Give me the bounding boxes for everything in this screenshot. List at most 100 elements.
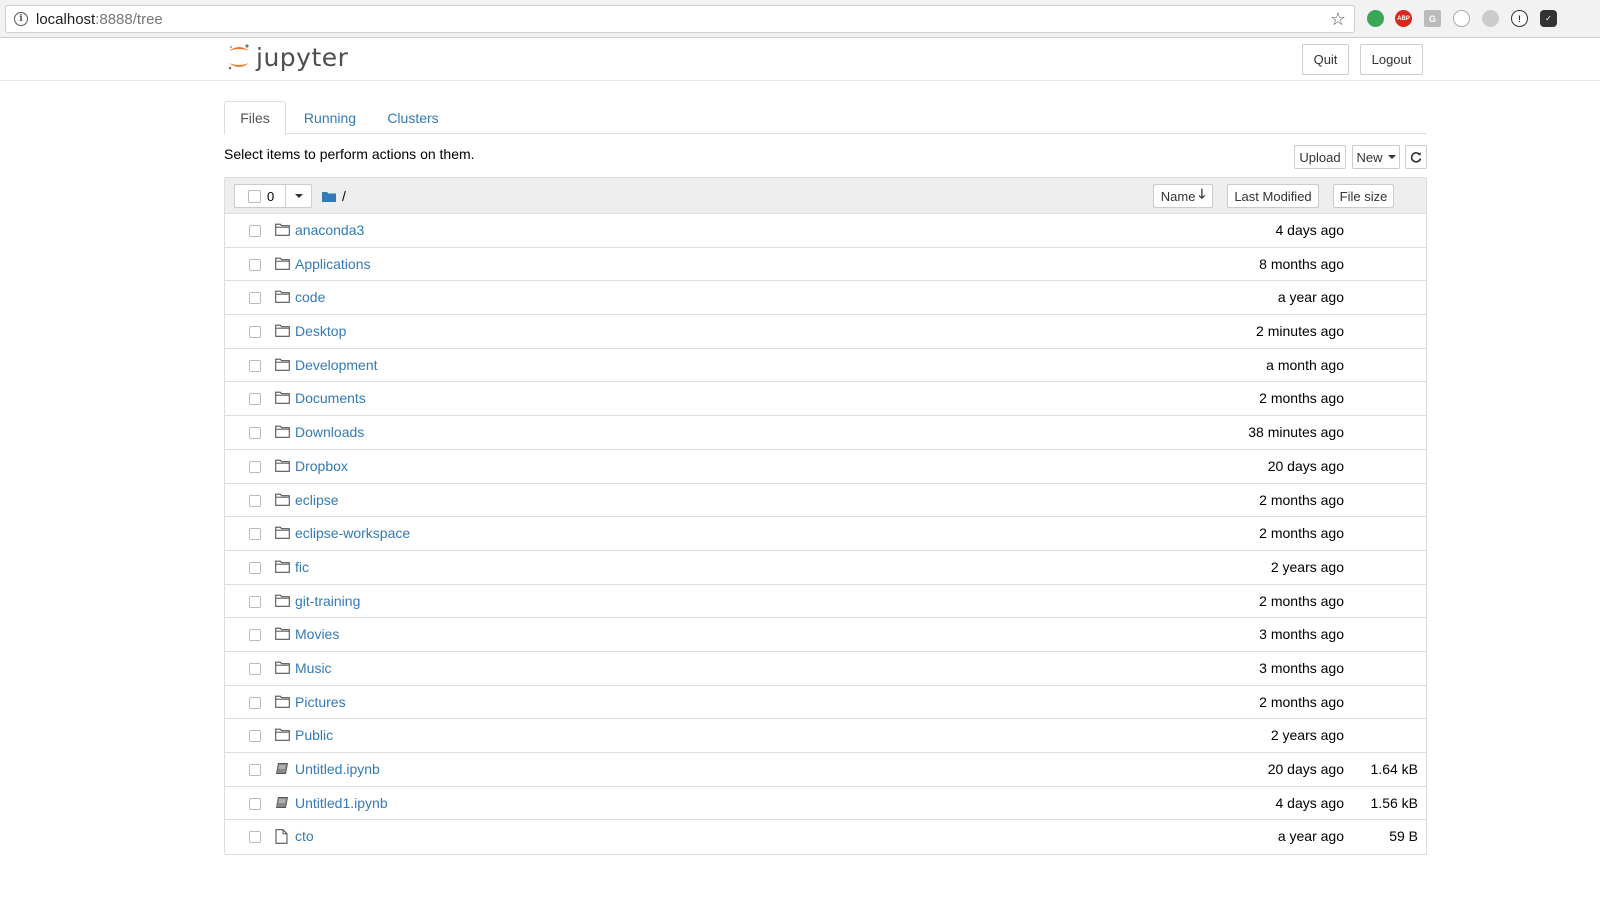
refresh-button[interactable] xyxy=(1405,145,1427,169)
tab-running[interactable]: Running xyxy=(292,101,368,134)
new-button[interactable]: New xyxy=(1352,145,1400,169)
last-modified: 2 years ago xyxy=(1270,558,1344,575)
last-modified: 4 days ago xyxy=(1275,794,1345,811)
file-list-header: 0 / Name 🡓 Last Modified File size xyxy=(225,178,1426,214)
file-name-link[interactable]: Music xyxy=(295,660,332,676)
extension-info-icon[interactable]: ! xyxy=(1511,10,1528,27)
file-row[interactable]: Downloads 38 minutes ago xyxy=(225,416,1426,450)
arrow-down-icon: 🡓 xyxy=(1198,186,1206,201)
logout-button[interactable]: Logout xyxy=(1360,44,1423,75)
sort-last-modified-button[interactable]: Last Modified xyxy=(1227,184,1319,208)
jupyter-logo[interactable]: jupyter xyxy=(226,41,348,73)
file-name-link[interactable]: cto xyxy=(295,828,314,844)
chevron-down-icon xyxy=(294,194,303,198)
row-checkbox[interactable] xyxy=(249,831,261,844)
file-name-link[interactable]: git-training xyxy=(295,593,360,609)
extension-circle-icon[interactable] xyxy=(1453,10,1470,27)
file-row[interactable]: Movies 3 months ago xyxy=(225,618,1426,652)
last-modified: 2 years ago xyxy=(1270,727,1344,744)
row-checkbox[interactable] xyxy=(249,460,261,473)
row-checkbox[interactable] xyxy=(249,292,261,305)
pocket-icon[interactable]: ✓ xyxy=(1540,10,1557,27)
file-row[interactable]: Pictures 2 months ago xyxy=(225,686,1426,720)
last-modified: a year ago xyxy=(1277,289,1344,306)
folder-icon xyxy=(275,391,290,405)
file-row[interactable]: Development a month ago xyxy=(225,349,1426,383)
file-name-link[interactable]: Untitled.ipynb xyxy=(295,761,380,777)
row-checkbox[interactable] xyxy=(249,662,261,675)
file-name-link[interactable]: Desktop xyxy=(295,323,346,339)
row-checkbox[interactable] xyxy=(249,427,261,440)
file-name-link[interactable]: code xyxy=(295,289,325,305)
breadcrumb-root[interactable]: / xyxy=(342,188,346,204)
tab-files[interactable]: Files xyxy=(224,101,286,135)
file-name-link[interactable]: Downloads xyxy=(295,424,364,440)
adblock-icon[interactable]: ABP xyxy=(1395,10,1412,27)
row-checkbox[interactable] xyxy=(249,696,261,709)
selected-count: 0 xyxy=(267,188,275,204)
row-checkbox[interactable] xyxy=(249,494,261,507)
file-row[interactable]: Music 3 months ago xyxy=(225,652,1426,686)
url-text[interactable]: localhost:8888/tree xyxy=(36,11,163,28)
row-checkbox[interactable] xyxy=(249,730,261,743)
file-row[interactable]: git-training 2 months ago xyxy=(225,585,1426,619)
folder-icon xyxy=(275,223,290,237)
file-name-link[interactable]: Untitled1.ipynb xyxy=(295,795,388,811)
file-name-link[interactable]: Documents xyxy=(295,390,366,406)
file-row[interactable]: Documents 2 months ago xyxy=(225,382,1426,417)
file-row[interactable]: cto a year ago 59 B xyxy=(225,820,1426,854)
file-row[interactable]: Public 2 years ago xyxy=(225,719,1426,753)
folder-icon xyxy=(275,627,290,641)
row-checkbox[interactable] xyxy=(249,764,261,776)
file-row[interactable]: eclipse 2 months ago xyxy=(225,484,1426,518)
file-row[interactable]: eclipse-workspace 2 months ago xyxy=(225,517,1426,551)
info-icon[interactable]: i xyxy=(14,12,28,26)
row-checkbox[interactable] xyxy=(249,258,261,271)
notebook-icon xyxy=(275,762,290,776)
tab-clusters[interactable]: Clusters xyxy=(376,101,450,134)
row-checkbox[interactable] xyxy=(249,359,261,372)
file-row[interactable]: Untitled1.ipynb 4 days ago 1.56 kB xyxy=(225,787,1426,821)
quit-button[interactable]: Quit xyxy=(1302,44,1349,75)
select-menu-dropdown[interactable] xyxy=(285,185,311,207)
upload-button[interactable]: Upload xyxy=(1294,145,1346,169)
extension-green-icon[interactable] xyxy=(1367,10,1384,27)
file-name-link[interactable]: Dropbox xyxy=(295,458,348,474)
file-name-link[interactable]: eclipse-workspace xyxy=(295,525,410,541)
file-name-link[interactable]: anaconda3 xyxy=(295,222,364,238)
sort-name-button[interactable]: Name 🡓 xyxy=(1153,184,1213,208)
file-row[interactable]: Untitled.ipynb 20 days ago 1.64 kB xyxy=(225,753,1426,787)
row-checkbox[interactable] xyxy=(249,629,261,642)
folder-solid-icon[interactable] xyxy=(322,191,336,202)
bookmark-star-icon[interactable]: ☆ xyxy=(1330,9,1346,30)
row-checkbox[interactable] xyxy=(249,393,261,406)
row-checkbox[interactable] xyxy=(249,326,261,339)
file-name-link[interactable]: eclipse xyxy=(295,492,339,508)
row-checkbox[interactable] xyxy=(249,595,261,608)
row-checkbox[interactable] xyxy=(249,561,261,574)
file-row[interactable]: anaconda3 4 days ago xyxy=(225,214,1426,248)
folder-icon xyxy=(275,594,290,608)
sort-file-size-button[interactable]: File size xyxy=(1333,184,1394,208)
file-name-link[interactable]: Movies xyxy=(295,626,339,642)
file-name-link[interactable]: Applications xyxy=(295,256,371,272)
file-name-link[interactable]: fic xyxy=(295,559,309,575)
url-host: localhost xyxy=(36,10,96,28)
file-row[interactable]: code a year ago xyxy=(225,281,1426,316)
file-row[interactable]: fic 2 years ago xyxy=(225,551,1426,585)
address-bar[interactable]: i localhost:8888/tree ☆ xyxy=(5,5,1355,33)
file-name-link[interactable]: Development xyxy=(295,357,378,373)
extension-g-icon[interactable]: G xyxy=(1424,10,1441,27)
file-name-link[interactable]: Public xyxy=(295,727,333,743)
file-size: 1.64 kB xyxy=(1370,761,1418,777)
row-checkbox[interactable] xyxy=(249,797,261,810)
file-row[interactable]: Desktop 2 minutes ago xyxy=(225,315,1426,349)
row-checkbox[interactable] xyxy=(249,528,261,541)
selection-hint: Select items to perform actions on them. xyxy=(224,146,475,162)
extension-moon-icon[interactable] xyxy=(1482,10,1499,27)
file-row[interactable]: Dropbox 20 days ago xyxy=(225,450,1426,484)
file-row[interactable]: Applications 8 months ago xyxy=(225,248,1426,282)
select-all-checkbox[interactable] xyxy=(248,189,261,203)
file-name-link[interactable]: Pictures xyxy=(295,694,346,710)
row-checkbox[interactable] xyxy=(249,225,261,237)
